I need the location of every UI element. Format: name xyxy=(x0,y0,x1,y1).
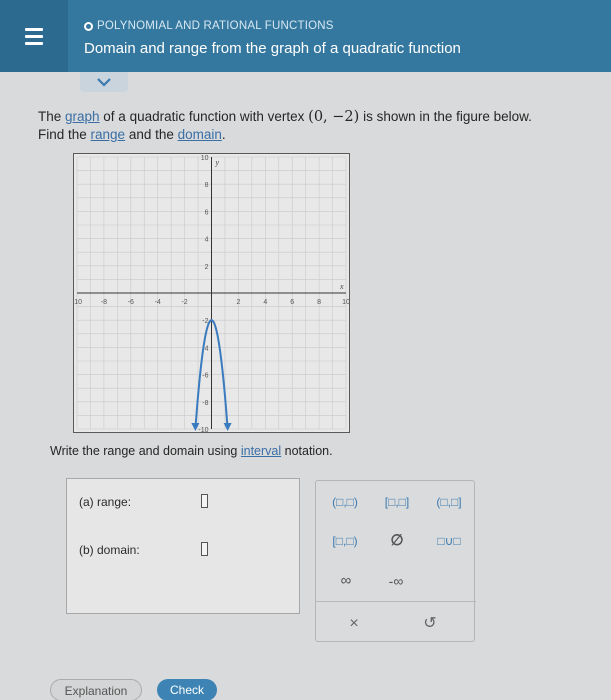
y-tick-label: -10 xyxy=(198,427,208,432)
x-tick-label: 10 xyxy=(342,299,349,306)
open-closed-interval-key[interactable]: (□,□] xyxy=(426,493,472,511)
status-dot-icon xyxy=(84,21,93,31)
question-text-part: . xyxy=(221,127,226,142)
chevron-down-icon xyxy=(97,77,111,87)
open-open-interval-key[interactable]: (□,□) xyxy=(322,493,368,511)
page-title: Domain and range from the graph of a qua… xyxy=(84,40,461,57)
section-label: POLYNOMIAL AND RATIONAL FUNCTIONS xyxy=(97,20,334,32)
graph-svg: -10-8-6-4-2246810108642-2-4-6-8-10xy xyxy=(72,155,350,434)
interval-keypad: (□,□) [□,□] (□,□] [□,□) ∅ □∪□ ∞ -∞ × ↺ xyxy=(315,480,476,642)
x-tick-label: -8 xyxy=(101,299,107,306)
question-text-part: of a quadratic function with vertex xyxy=(99,109,309,124)
x-tick-label: 4 xyxy=(263,299,267,306)
top-header: POLYNOMIAL AND RATIONAL FUNCTIONS Domain… xyxy=(0,0,611,72)
range-link[interactable]: range xyxy=(91,127,126,142)
instructions-text: Write the range and domain using interva… xyxy=(50,444,333,458)
x-tick-label: -10 xyxy=(74,299,82,306)
menu-icon-bar xyxy=(25,34,43,38)
closed-closed-interval-key[interactable]: [□,□] xyxy=(374,493,420,511)
range-input[interactable] xyxy=(201,494,208,508)
infinity-key[interactable]: ∞ xyxy=(326,572,366,590)
y-tick-label: -6 xyxy=(202,373,208,380)
menu-icon-bar xyxy=(25,41,43,45)
y-tick-label: 10 xyxy=(201,155,209,162)
closed-open-interval-key[interactable]: [□,□) xyxy=(322,532,368,550)
x-tick-label: 8 xyxy=(317,299,321,306)
x-tick-label: 2 xyxy=(236,299,240,306)
collapse-toggle[interactable] xyxy=(80,72,128,92)
question-text-part: and the xyxy=(125,127,178,142)
clear-icon[interactable]: × xyxy=(342,615,366,633)
interval-link[interactable]: interval xyxy=(241,444,281,458)
instructions-part: notation. xyxy=(281,444,333,458)
y-axis-label: y xyxy=(215,158,220,167)
x-tick-label: 6 xyxy=(290,299,294,306)
vertex-math: (0, −2) xyxy=(308,109,360,125)
union-key[interactable]: □∪□ xyxy=(426,532,472,550)
menu-button[interactable] xyxy=(0,0,68,72)
y-tick-label: 4 xyxy=(205,237,209,244)
question-text-part: Find the xyxy=(38,127,91,142)
keypad-divider xyxy=(316,601,476,602)
undo-icon[interactable]: ↺ xyxy=(418,615,442,633)
y-tick-label: 6 xyxy=(205,209,209,216)
y-tick-label: -8 xyxy=(202,400,208,407)
x-axis-label: x xyxy=(339,282,344,291)
domain-label: (b) domain: xyxy=(79,543,140,557)
graph-link[interactable]: graph xyxy=(65,109,100,124)
answer-panel: (a) range: (b) domain: xyxy=(66,478,300,614)
range-label: (a) range: xyxy=(79,495,132,509)
section-breadcrumb: POLYNOMIAL AND RATIONAL FUNCTIONS xyxy=(84,20,334,32)
menu-icon-bar xyxy=(25,27,43,31)
domain-link[interactable]: domain xyxy=(178,127,222,142)
domain-input[interactable] xyxy=(201,542,208,556)
negative-infinity-key[interactable]: -∞ xyxy=(376,572,416,590)
question-text-part: is shown in the figure below. xyxy=(359,109,532,124)
explanation-button[interactable]: Explanation xyxy=(50,679,142,700)
x-tick-label: -2 xyxy=(181,299,187,306)
instructions-part: Write the range and domain using xyxy=(50,444,241,458)
x-tick-label: -4 xyxy=(155,299,161,306)
x-tick-label: -6 xyxy=(128,299,134,306)
y-tick-label: 2 xyxy=(205,264,209,271)
check-button[interactable]: Check xyxy=(157,679,217,700)
question-text: The graph of a quadratic function with v… xyxy=(38,108,598,144)
question-text-part: The xyxy=(38,109,66,124)
y-tick-label: 8 xyxy=(205,182,209,189)
empty-set-key[interactable]: ∅ xyxy=(374,532,420,550)
parabola-graph: -10-8-6-4-2246810108642-2-4-6-8-10xy xyxy=(72,153,350,434)
